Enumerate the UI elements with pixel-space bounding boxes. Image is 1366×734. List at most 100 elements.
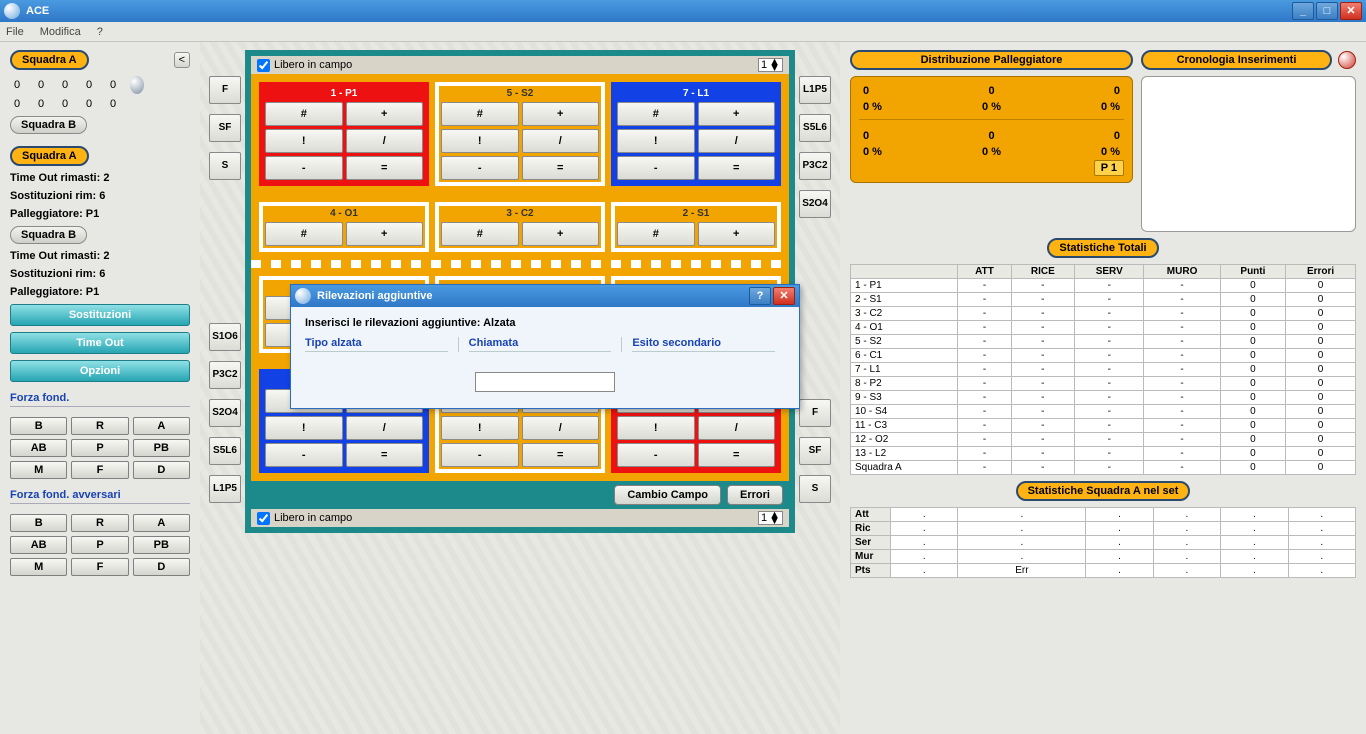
maximize-button[interactable]: □: [1316, 2, 1338, 20]
forza-btn-pb[interactable]: PB: [133, 439, 190, 457]
substitutions-button[interactable]: Sostituzioni: [10, 304, 190, 326]
side-btn-s[interactable]: S: [209, 152, 241, 180]
key-bang[interactable]: !: [441, 416, 519, 440]
table-row[interactable]: 12 - O2----00: [851, 433, 1356, 447]
key-minus[interactable]: -: [265, 443, 343, 467]
table-row[interactable]: 9 - S3----00: [851, 391, 1356, 405]
key-plus[interactable]: +: [522, 102, 600, 126]
player-block[interactable]: 7 - L1#+!/-=: [611, 82, 781, 186]
log-title[interactable]: Cronologia Inserimenti: [1141, 50, 1332, 70]
table-row[interactable]: 5 - S2----00: [851, 335, 1356, 349]
options-button[interactable]: Opzioni: [10, 360, 190, 382]
forza-btn-d[interactable]: D: [133, 558, 190, 576]
key-equal[interactable]: =: [698, 443, 776, 467]
forza-btn-ab[interactable]: AB: [10, 439, 67, 457]
table-row[interactable]: 7 - L1----00: [851, 363, 1356, 377]
table-row[interactable]: 8 - P2----00: [851, 377, 1356, 391]
key-hash[interactable]: #: [441, 102, 519, 126]
team-a-badge[interactable]: Squadra A: [10, 50, 89, 70]
key-equal[interactable]: =: [698, 156, 776, 180]
key-plus[interactable]: +: [698, 222, 776, 246]
table-row[interactable]: 13 - L2----00: [851, 447, 1356, 461]
key-bang[interactable]: !: [617, 416, 695, 440]
key-hash[interactable]: #: [441, 222, 519, 246]
table-row[interactable]: 1 - P1----00: [851, 279, 1356, 293]
forza-btn-f[interactable]: F: [71, 558, 128, 576]
player-block[interactable]: 5 - S2#+!/-=: [435, 82, 605, 186]
key-plus[interactable]: +: [346, 222, 424, 246]
side-btn-sf[interactable]: SF: [799, 437, 831, 465]
player-block[interactable]: 1 - P1#+!/-=: [259, 82, 429, 186]
key-minus[interactable]: -: [441, 443, 519, 467]
key-equal[interactable]: =: [522, 156, 600, 180]
log-box[interactable]: [1141, 76, 1356, 232]
side-btn-sf[interactable]: SF: [209, 114, 241, 142]
table-row[interactable]: 6 - C1----00: [851, 349, 1356, 363]
key-bang[interactable]: !: [265, 416, 343, 440]
back-button[interactable]: <: [174, 52, 190, 68]
forza-btn-b[interactable]: B: [10, 417, 67, 435]
key-slash[interactable]: /: [698, 129, 776, 153]
timeout-button[interactable]: Time Out: [10, 332, 190, 354]
key-minus[interactable]: -: [265, 156, 343, 180]
forza-btn-ab[interactable]: AB: [10, 536, 67, 554]
key-bang[interactable]: !: [617, 129, 695, 153]
key-slash[interactable]: /: [346, 416, 424, 440]
forza-btn-p[interactable]: P: [71, 536, 128, 554]
key-slash[interactable]: /: [698, 416, 776, 440]
forza-btn-a[interactable]: A: [133, 417, 190, 435]
forza-btn-a[interactable]: A: [133, 514, 190, 532]
forza-btn-m[interactable]: M: [10, 558, 67, 576]
key-hash[interactable]: #: [265, 222, 343, 246]
undo-icon[interactable]: [1338, 51, 1356, 69]
side-btn-p3c2[interactable]: P3C2: [799, 152, 831, 180]
key-minus[interactable]: -: [617, 443, 695, 467]
side-btn-s[interactable]: S: [799, 475, 831, 503]
key-slash[interactable]: /: [522, 129, 600, 153]
libero-stepper-top[interactable]: 1 ▲▼: [758, 58, 783, 72]
forza-btn-pb[interactable]: PB: [133, 536, 190, 554]
side-btn-s1o6[interactable]: S1O6: [209, 323, 241, 351]
menu-help[interactable]: ?: [97, 26, 103, 38]
player-block[interactable]: 4 - O1#+: [259, 202, 429, 252]
distribution-title[interactable]: Distribuzione Palleggiatore: [850, 50, 1133, 70]
forza-btn-p[interactable]: P: [71, 439, 128, 457]
key-plus[interactable]: +: [346, 102, 424, 126]
cambio-campo-button[interactable]: Cambio Campo: [614, 485, 721, 505]
key-bang[interactable]: !: [441, 129, 519, 153]
key-slash[interactable]: /: [522, 416, 600, 440]
libero-checkbox-top[interactable]: [257, 59, 270, 72]
side-btn-s5l6[interactable]: S5L6: [209, 437, 241, 465]
forza-btn-d[interactable]: D: [133, 461, 190, 479]
table-row[interactable]: 3 - C2----00: [851, 307, 1356, 321]
forza-btn-m[interactable]: M: [10, 461, 67, 479]
setter-badge[interactable]: P 1: [1094, 160, 1124, 176]
key-hash[interactable]: #: [617, 222, 695, 246]
forza-btn-b[interactable]: B: [10, 514, 67, 532]
forza-btn-r[interactable]: R: [71, 417, 128, 435]
menu-file[interactable]: File: [6, 26, 24, 38]
table-row[interactable]: Squadra A----00: [851, 461, 1356, 475]
side-btn-s2o4[interactable]: S2O4: [799, 190, 831, 218]
minimize-button[interactable]: _: [1292, 2, 1314, 20]
key-slash[interactable]: /: [346, 129, 424, 153]
key-plus[interactable]: +: [698, 102, 776, 126]
side-btn-s5l6[interactable]: S5L6: [799, 114, 831, 142]
table-row[interactable]: 4 - O1----00: [851, 321, 1356, 335]
key-hash[interactable]: #: [617, 102, 695, 126]
table-row[interactable]: 10 - S4----00: [851, 405, 1356, 419]
errori-button[interactable]: Errori: [727, 485, 783, 505]
key-hash[interactable]: #: [265, 102, 343, 126]
libero-stepper-bottom[interactable]: 1 ▲▼: [758, 511, 783, 525]
modal-input[interactable]: [475, 372, 615, 392]
key-bang[interactable]: !: [265, 129, 343, 153]
forza-btn-r[interactable]: R: [71, 514, 128, 532]
key-minus[interactable]: -: [617, 156, 695, 180]
side-btn-p3c2[interactable]: P3C2: [209, 361, 241, 389]
player-block[interactable]: 3 - C2#+: [435, 202, 605, 252]
modal-close-button[interactable]: ✕: [773, 287, 795, 305]
side-btn-f[interactable]: F: [209, 76, 241, 104]
team-b-section[interactable]: Squadra B: [10, 226, 87, 244]
side-btn-l1p5[interactable]: L1P5: [209, 475, 241, 503]
table-row[interactable]: 2 - S1----00: [851, 293, 1356, 307]
